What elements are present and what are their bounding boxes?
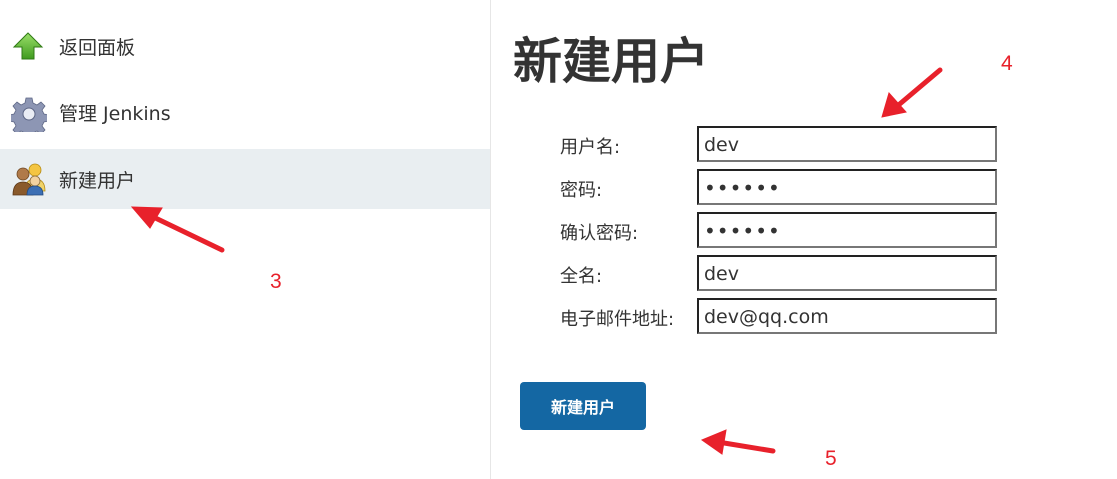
annotation-arrow-5 bbox=[715, 439, 776, 454]
page: 返回面板 管理 Jenkins 新建用户 新建用户 用户名: dev 密码: •… bbox=[0, 0, 1117, 479]
annotation-arrow-4 bbox=[892, 67, 943, 111]
annotation-number-3: 3 bbox=[270, 270, 282, 293]
annotation-arrow-3 bbox=[142, 210, 225, 253]
annotation-number-5: 5 bbox=[825, 447, 837, 470]
annotation-number-4: 4 bbox=[1001, 52, 1013, 75]
annotation-arrowhead-5 bbox=[700, 429, 727, 455]
annotation-arrows bbox=[130, 67, 943, 455]
